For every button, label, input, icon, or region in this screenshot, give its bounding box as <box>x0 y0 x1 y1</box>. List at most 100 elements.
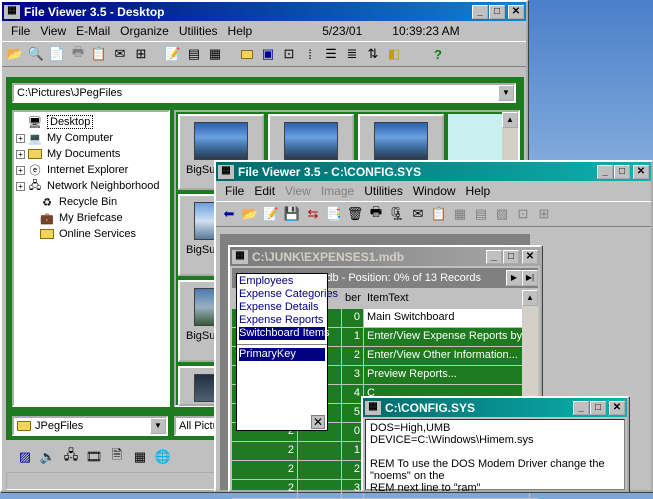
plus-icon[interactable]: ⊞ <box>535 205 553 223</box>
maximize-button[interactable]: □ <box>503 249 519 264</box>
maximize-button[interactable]: □ <box>614 164 630 179</box>
menu-email[interactable]: E-Mail <box>71 24 115 38</box>
path-combo[interactable]: C:\Pictures\JPegFiles ▼ <box>12 83 516 103</box>
help-icon[interactable]: ? <box>429 45 447 63</box>
table-icon[interactable]: ▦ <box>206 45 224 63</box>
mail-icon[interactable]: ✉ <box>409 205 427 223</box>
expand-icon[interactable]: + <box>16 133 25 143</box>
globe-icon[interactable]: 🌐 <box>154 448 172 466</box>
table-cell[interactable]: Enter/View Expense Reports by E <box>364 328 530 346</box>
zip-icon[interactable]: 🗜 <box>388 205 406 223</box>
menu-organize[interactable]: Organize <box>115 24 174 38</box>
column-header[interactable]: ItemText <box>364 290 530 308</box>
close-icon[interactable]: ✕ <box>311 415 325 429</box>
exit-icon[interactable]: ◧ <box>385 45 403 63</box>
audio-icon[interactable]: 🔊 <box>39 448 57 466</box>
table-cell[interactable]: 2 <box>232 442 298 460</box>
app-icon[interactable]: ▦ <box>232 249 248 264</box>
app-icon[interactable]: ▦ <box>218 164 234 179</box>
minimize-button[interactable]: _ <box>486 249 502 264</box>
grid-icon[interactable]: ▦ <box>451 205 469 223</box>
menu-utilities[interactable]: Utilities <box>359 184 408 198</box>
next-record-button[interactable]: ▶ <box>506 270 522 286</box>
table-cell-empty[interactable] <box>298 442 342 460</box>
field-list-item[interactable]: PrimaryKey <box>239 348 325 361</box>
search-icon[interactable]: 🔍 <box>27 45 45 63</box>
close-button[interactable]: ✕ <box>508 4 524 19</box>
back-arrow-icon[interactable]: ⬅ <box>220 205 238 223</box>
tree-item[interactable]: Online Services <box>16 226 168 242</box>
tree-item[interactable]: 💼 My Briefcase <box>16 210 168 226</box>
scroll-up-icon[interactable]: ▲ <box>522 290 538 306</box>
tree-item[interactable]: ♻ Recycle Bin <box>16 194 168 210</box>
open-icon[interactable]: 📂 <box>241 205 259 223</box>
table-cell[interactable]: 3 <box>342 366 364 384</box>
copy-icon[interactable]: 📑 <box>325 205 343 223</box>
close-button[interactable]: ✕ <box>522 249 538 264</box>
maximize-button[interactable]: □ <box>489 4 505 19</box>
table-cell[interactable]: 2 <box>232 480 298 498</box>
table-list-item[interactable]: Employees <box>239 275 325 288</box>
expand-icon[interactable]: + <box>16 181 25 191</box>
viewer-title-bar[interactable]: ▦ File Viewer 3.5 - C:\CONFIG.SYS _ □ ✕ <box>216 162 651 181</box>
last-record-button[interactable]: ▶| <box>522 270 538 286</box>
app-icon[interactable]: ▦ <box>365 400 381 415</box>
main-title-bar[interactable]: ▦ File Viewer 3.5 - Desktop _ □ ✕ <box>2 2 526 21</box>
tree-item[interactable]: + 💻 My Computer <box>16 130 168 146</box>
list-icon[interactable]: ☰ <box>322 45 340 63</box>
maximize-button[interactable]: □ <box>590 400 606 415</box>
tree-item[interactable]: + 🖧 Network Neighborhood <box>16 178 168 194</box>
save-icon[interactable]: 💾 <box>283 205 301 223</box>
table-cell[interactable]: 2 <box>342 347 364 365</box>
table-cell[interactable]: 1 <box>342 328 364 346</box>
print-icon[interactable]: 🖶 <box>69 44 87 63</box>
document-icon[interactable]: 🗎 <box>108 447 126 466</box>
table-cell-empty[interactable] <box>298 480 342 498</box>
thumbnails-icon[interactable]: ▣ <box>259 45 277 63</box>
mail-icon[interactable]: ✉ <box>111 45 129 63</box>
config-text-area[interactable]: DOS=High,UMB DEVICE=C:\Windows\Himem.sys R… <box>365 419 625 494</box>
edit-icon[interactable]: 📝 <box>262 205 280 223</box>
menu-image[interactable]: Image <box>316 184 359 198</box>
network-icon[interactable]: 🖧 <box>62 447 80 466</box>
column-header[interactable]: ber <box>342 290 364 308</box>
menu-help[interactable]: Help <box>461 184 496 198</box>
details-icon[interactable]: ≣ <box>343 45 361 63</box>
menu-file[interactable]: File <box>6 24 35 38</box>
table-icon[interactable]: ▤ <box>472 205 490 223</box>
table-list-item[interactable]: Expense Details <box>239 301 325 314</box>
tree-icon[interactable]: ⊞ <box>132 45 150 63</box>
expand-icon[interactable]: + <box>16 165 25 175</box>
menu-help[interactable]: Help <box>223 24 258 38</box>
minimize-button[interactable]: _ <box>472 4 488 19</box>
image-icon[interactable]: ▨ <box>493 205 511 223</box>
table-cell-empty[interactable] <box>298 461 342 479</box>
config-title-bar[interactable]: ▦ C:\CONFIG.SYS _ □ ✕ <box>363 398 627 417</box>
close-button[interactable]: ✕ <box>609 400 625 415</box>
minimize-button[interactable]: _ <box>597 164 613 179</box>
db-title-bar[interactable]: ▦ C:\JUNK\EXPENSES1.mdb _ □ ✕ <box>230 247 540 266</box>
folder-combo[interactable]: JPegFiles ▼ <box>12 416 168 436</box>
table-cell[interactable]: Preview Reports... <box>364 366 530 384</box>
menu-view[interactable]: View <box>280 184 316 198</box>
folder-icon[interactable] <box>238 45 256 63</box>
copy-to-icon[interactable]: 📄 <box>48 45 66 63</box>
small-icons-icon[interactable]: ⁞ <box>301 45 319 63</box>
image-icon[interactable]: ▨ <box>16 448 34 466</box>
spreadsheet-icon[interactable]: ▦ <box>131 448 149 466</box>
sort-icon[interactable]: ⇅ <box>364 45 382 63</box>
properties-icon[interactable]: 📋 <box>430 205 448 223</box>
table-list-item[interactable]: Switchboard Items <box>239 327 329 340</box>
table-cell[interactable]: Main Switchboard <box>364 309 530 327</box>
table-cell[interactable]: 2 <box>232 461 298 479</box>
table-list-item[interactable]: Expense Categories <box>239 288 338 301</box>
menu-window[interactable]: Window <box>408 184 461 198</box>
video-icon[interactable]: 🎞 <box>85 448 103 466</box>
print-icon[interactable]: 🖶 <box>367 204 385 223</box>
move-icon[interactable]: 📋 <box>90 45 108 63</box>
table-cell[interactable]: 0 <box>342 309 364 327</box>
tree-item[interactable]: + My Documents <box>16 146 168 162</box>
expand-icon[interactable]: + <box>16 149 25 159</box>
app-icon[interactable]: ▦ <box>4 4 20 19</box>
menu-file[interactable]: File <box>220 184 249 198</box>
